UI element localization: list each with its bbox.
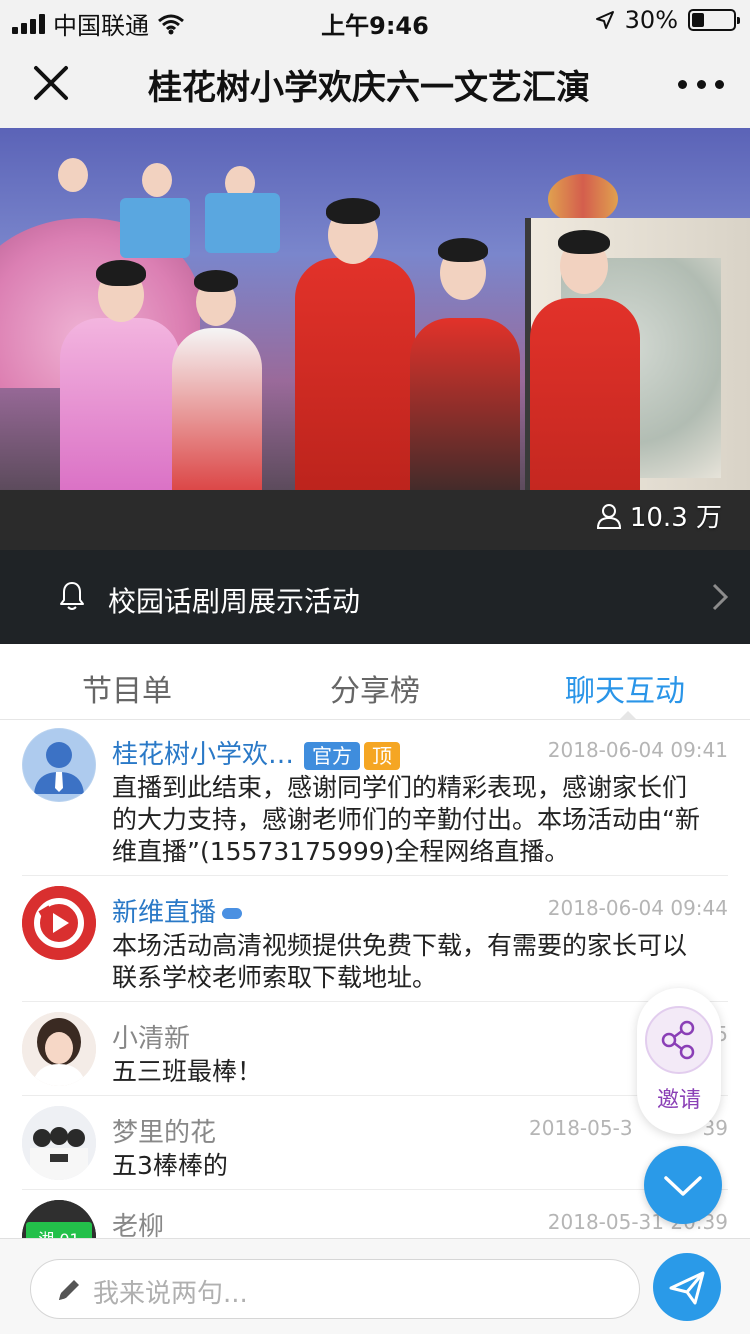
comment-input[interactable]: 我来说两句...: [30, 1259, 640, 1319]
battery-icon: [688, 9, 740, 31]
default-user-icon: [23, 729, 95, 801]
comment-placeholder: 我来说两句...: [93, 1279, 248, 1309]
sender-name[interactable]: 新维直播: [112, 892, 243, 929]
share-icon: [661, 1020, 695, 1060]
location-arrow-icon: [595, 11, 614, 29]
verified-badge: [222, 908, 243, 919]
send-button[interactable]: [653, 1253, 721, 1321]
sender-name[interactable]: 老柳: [112, 1206, 164, 1238]
tab-share-ranking[interactable]: 分享榜: [330, 666, 420, 710]
user-photo-icon: [22, 1012, 96, 1086]
chat-message: 新维直播 2018-06-04 09:44 本场活动高清视频提供免费下载，有需要…: [0, 876, 750, 1002]
avatar[interactable]: [22, 728, 96, 802]
status-bar: 中国联通 上午9:46 30%: [0, 0, 750, 40]
notice-text: 校园话剧周展示活动: [108, 585, 361, 618]
pencil-icon: [59, 1280, 79, 1300]
status-right: 30%: [595, 6, 740, 34]
tab-program-list[interactable]: 节目单: [82, 666, 172, 710]
sender-name[interactable]: 桂花树小学欢… 官方顶: [112, 734, 401, 771]
more-icon[interactable]: [678, 64, 724, 104]
tab-bar: 节目单 分享榜 聊天互动: [0, 644, 750, 720]
chat-list[interactable]: 桂花树小学欢… 官方顶 2018-06-04 09:41 直播到此结束，感谢同学们…: [0, 720, 750, 1238]
comment-bar: 我来说两句...: [0, 1238, 750, 1334]
notice-bar[interactable]: 校园话剧周展示活动: [0, 550, 750, 644]
active-tab-indicator: [619, 711, 637, 720]
chat-message: 湘 01 老柳 2018-05-31 20:39: [0, 1190, 750, 1238]
avatar[interactable]: [22, 886, 96, 960]
message-time: 2018-06-04 09:41: [547, 738, 728, 762]
user-icon: [596, 503, 621, 529]
chevron-down-icon: [664, 1176, 702, 1196]
sender-name[interactable]: 梦里的花: [112, 1112, 216, 1149]
xinwei-logo-icon: [22, 886, 96, 960]
viewer-count-text: 10.3 万: [629, 503, 722, 533]
sender-name[interactable]: 小清新: [112, 1018, 190, 1055]
live-video[interactable]: 10.3 万: [0, 128, 750, 550]
invite-button[interactable]: 邀请: [637, 988, 721, 1134]
message-text: 五3棒棒的: [112, 1151, 228, 1180]
share-icon-circle: [645, 1006, 713, 1074]
sender-name-text: 桂花树小学欢…: [112, 740, 295, 770]
avatar-plate-text: 湘 01: [22, 1226, 96, 1238]
message-text: 直播到此结束，感谢同学们的精彩表现，感谢家长们 的大力支持，感谢老师们的辛勤付出…: [112, 773, 700, 866]
viewer-count: 10.3 万: [596, 497, 722, 534]
message-text: 五三班最棒！: [112, 1057, 263, 1086]
battery-percent: 30%: [624, 6, 678, 34]
message-text: 本场活动高清视频提供免费下载，有需要的家长可以 联系学校老师索取下载地址。: [112, 931, 688, 992]
message-time: 2018-06-04 09:44: [547, 896, 728, 920]
page-title: 桂花树小学欢庆六一文艺汇演: [148, 68, 590, 108]
avatar[interactable]: [22, 1012, 96, 1086]
avatar[interactable]: 湘 01: [22, 1200, 96, 1238]
chevron-right-icon: [712, 583, 729, 611]
balloon-decoration: [548, 174, 618, 224]
close-icon[interactable]: [26, 58, 76, 108]
nav-bar: 桂花树小学欢庆六一文艺汇演: [0, 40, 750, 128]
scroll-to-bottom-button[interactable]: [644, 1146, 722, 1224]
tab-chat[interactable]: 聊天互动: [565, 666, 685, 710]
pinned-badge: 顶: [364, 741, 401, 770]
chat-message: 桂花树小学欢… 官方顶 2018-06-04 09:41 直播到此结束，感谢同学们…: [0, 720, 750, 876]
invite-label: 邀请: [656, 1088, 701, 1113]
sender-name-text: 新维直播: [112, 898, 217, 928]
official-badge: 官方: [304, 741, 361, 770]
bell-icon: [60, 582, 84, 610]
user-photo-icon: [22, 1106, 96, 1180]
avatar[interactable]: [22, 1106, 96, 1180]
send-icon: [669, 1271, 705, 1305]
